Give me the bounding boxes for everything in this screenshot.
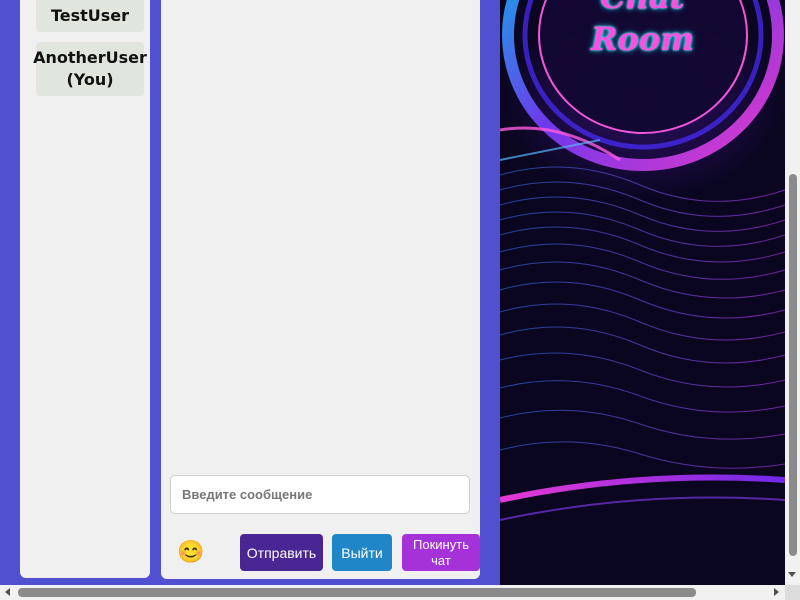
emoji-icon[interactable]: 😊 bbox=[177, 538, 205, 566]
vertical-scroll-thumb[interactable] bbox=[789, 174, 797, 556]
user-name: AnotherUser (You) bbox=[33, 48, 147, 89]
horizontal-scroll-thumb[interactable] bbox=[18, 588, 696, 597]
vertical-scrollbar[interactable] bbox=[785, 0, 800, 585]
online-users-panel: TestUser AnotherUser (You) bbox=[20, 0, 150, 578]
user-name: TestUser bbox=[50, 6, 130, 25]
logo-line-2: Room bbox=[590, 20, 695, 58]
chat-room-banner: Chat Room bbox=[500, 0, 785, 585]
horizontal-scrollbar[interactable] bbox=[0, 585, 785, 600]
scroll-right-arrow-icon[interactable] bbox=[774, 588, 779, 596]
send-button[interactable]: Отправить bbox=[240, 534, 323, 571]
scrollbar-corner bbox=[785, 585, 800, 600]
scroll-left-arrow-icon[interactable] bbox=[5, 588, 10, 596]
leave-chat-button[interactable]: Покинуть чат bbox=[402, 534, 480, 571]
user-item[interactable]: TestUser bbox=[36, 0, 144, 32]
message-input[interactable] bbox=[170, 475, 470, 514]
logo-line-1: Chat bbox=[500, 0, 785, 16]
neon-background-image bbox=[500, 0, 785, 585]
scroll-down-arrow-icon[interactable] bbox=[788, 572, 796, 577]
exit-button[interactable]: Выйти bbox=[332, 534, 392, 571]
user-item-current[interactable]: AnotherUser (You) bbox=[33, 42, 147, 96]
